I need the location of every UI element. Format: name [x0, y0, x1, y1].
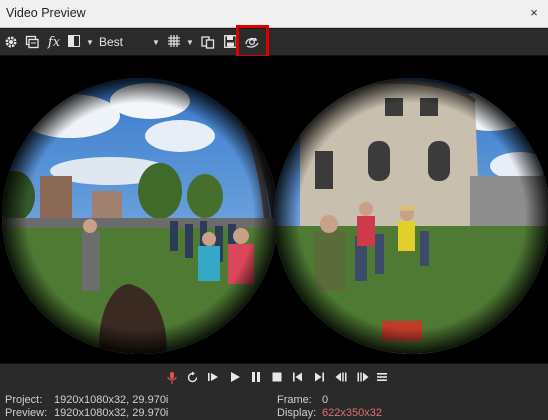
fx-icon[interactable]: fx [45, 33, 63, 52]
display-label: Display: [277, 407, 317, 419]
vr-view-highlight-box [236, 25, 269, 58]
loop-icon[interactable] [184, 369, 200, 387]
quality-dropdown-icon[interactable]: ▼ [151, 33, 161, 52]
stop-icon[interactable] [269, 369, 285, 387]
menu-icon[interactable] [374, 369, 390, 387]
close-icon[interactable]: × [526, 5, 542, 21]
previous-frame-icon[interactable] [290, 369, 306, 387]
project-label: Project: [5, 394, 43, 406]
preview-value: 1920x1080x32, 29.970i [54, 407, 169, 419]
dual-fisheye-frame-image [0, 56, 548, 363]
window-title: Video Preview [6, 6, 86, 20]
window-titlebar: Video Preview × [0, 0, 548, 28]
next-marker-icon[interactable] [354, 369, 370, 387]
play-icon[interactable] [227, 369, 243, 387]
split-screen-icon[interactable] [67, 33, 81, 52]
clipboard-icon[interactable] [200, 33, 216, 52]
split-screen-dropdown-icon[interactable]: ▼ [85, 33, 95, 52]
pause-icon[interactable] [248, 369, 264, 387]
transport-bar [0, 363, 548, 391]
status-panel: Project: 1920x1080x32, 29.970i Preview: … [0, 391, 548, 420]
frame-label: Frame: [277, 394, 312, 406]
gear-icon[interactable] [3, 33, 19, 52]
project-value: 1920x1080x32, 29.970i [54, 394, 169, 406]
previous-marker-icon[interactable] [333, 369, 349, 387]
copy-snapshot-icon[interactable] [24, 33, 40, 52]
frame-value: 0 [322, 394, 329, 406]
quality-select[interactable]: Best (Full) [99, 33, 149, 68]
grid-dropdown-icon[interactable]: ▼ [185, 33, 195, 52]
play-from-start-icon[interactable] [205, 369, 221, 387]
preview-toolbar: fx ▼ Best (Full) ▼ ▼ [0, 29, 548, 68]
preview-label: Preview: [5, 407, 48, 419]
video-preview-area[interactable] [0, 56, 548, 363]
microphone-icon[interactable] [164, 369, 180, 387]
grid-icon[interactable] [167, 33, 181, 52]
next-frame-icon[interactable] [311, 369, 327, 387]
display-value: 622x350x32 [322, 407, 382, 419]
